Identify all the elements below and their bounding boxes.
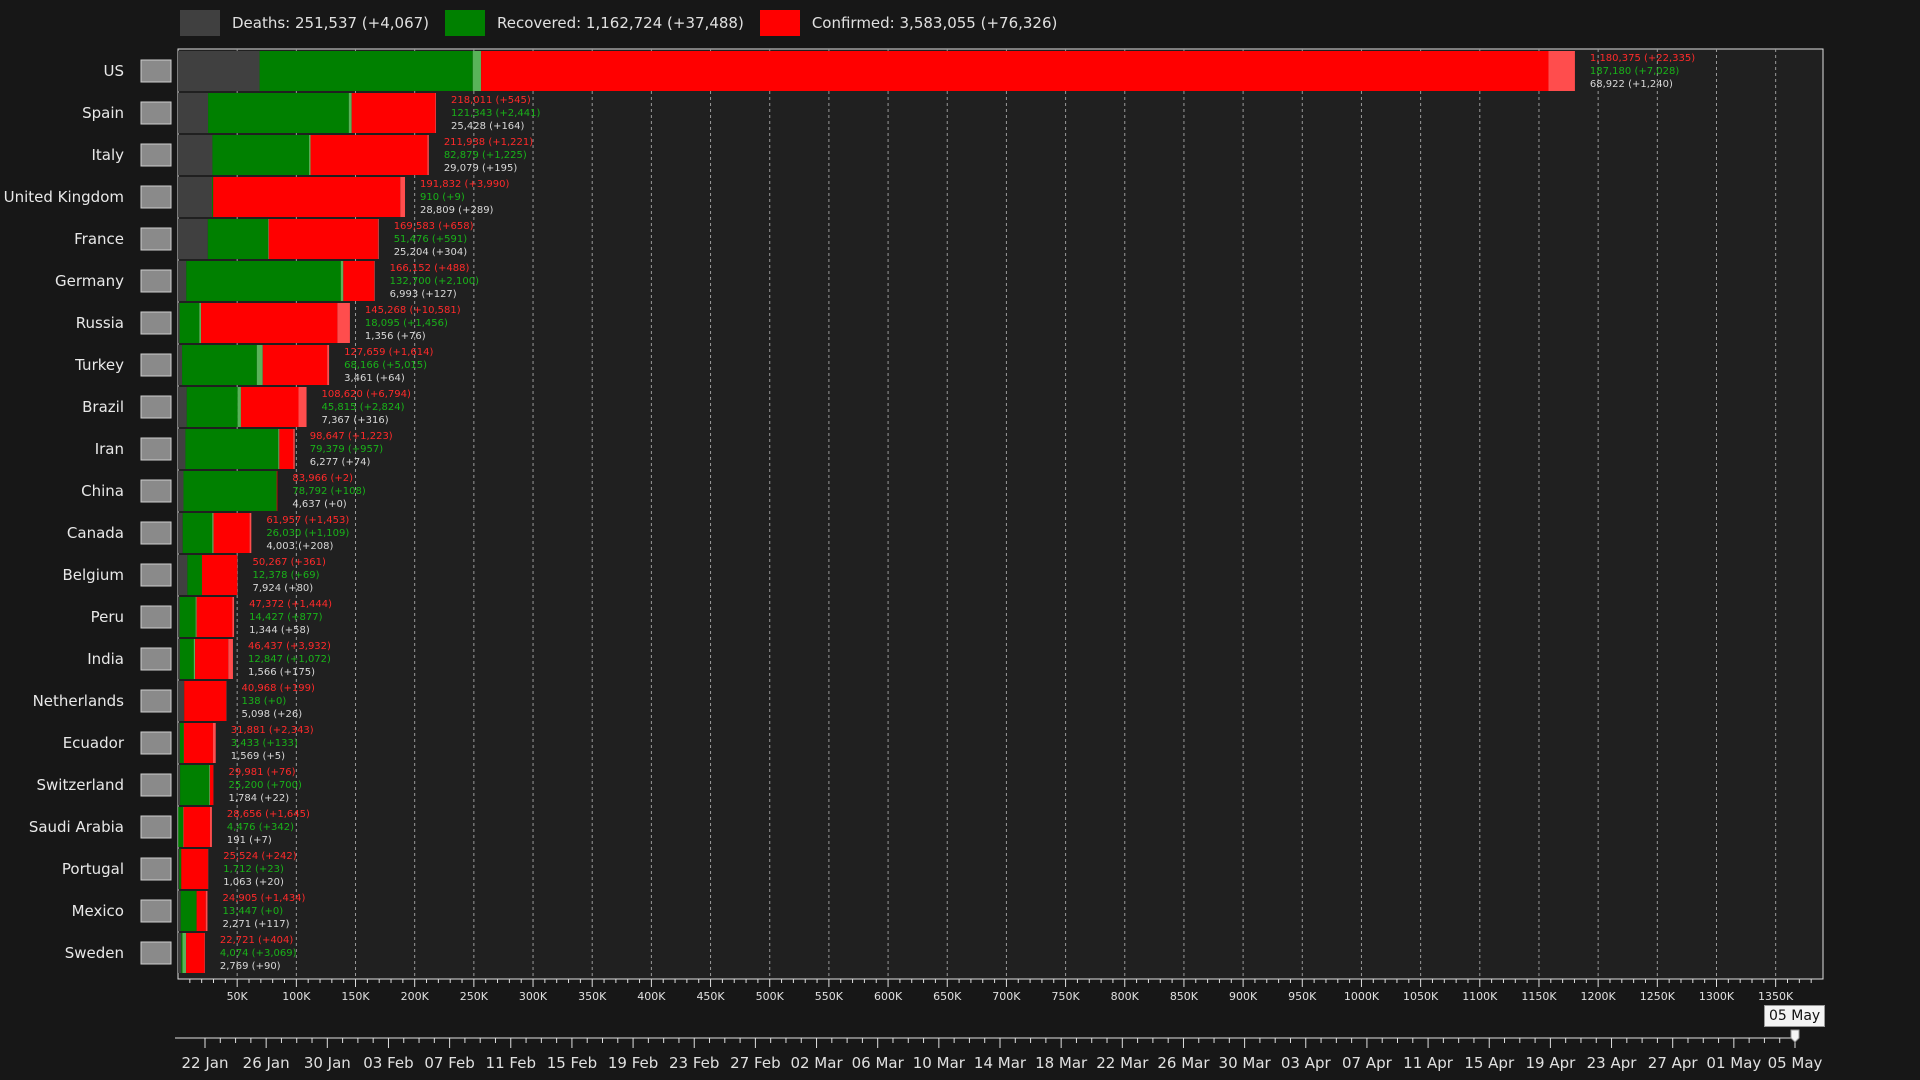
timeline-label: 30 Mar	[1219, 1054, 1272, 1072]
timeline-label: 19 Apr	[1525, 1054, 1576, 1072]
timeline-label: 18 Mar	[1035, 1054, 1088, 1072]
timeline-label: 11 Apr	[1403, 1054, 1454, 1072]
timeline-label: 03 Feb	[363, 1054, 413, 1072]
timeline-label: 11 Feb	[486, 1054, 536, 1072]
timeline-label: 23 Feb	[669, 1054, 719, 1072]
timeline-label: 02 Mar	[790, 1054, 843, 1072]
timeline-label: 27 Feb	[730, 1054, 780, 1072]
timeline-label: 26 Mar	[1157, 1054, 1210, 1072]
timeline-handle[interactable]	[1790, 1029, 1800, 1043]
timeline-label: 01 May	[1706, 1054, 1761, 1072]
timeline-label: 07 Feb	[424, 1054, 474, 1072]
timeline-label: 15 Apr	[1464, 1054, 1515, 1072]
timeline-slider[interactable]: 22 Jan 26 Jan 30 Jan 03 Feb 07 Feb 11 Feb 15 F…	[0, 0, 1920, 1080]
timeline-label: 15 Feb	[547, 1054, 597, 1072]
timeline-current-date: 05 May	[1764, 1005, 1826, 1027]
timeline-label: 07 Apr	[1342, 1054, 1393, 1072]
timeline-label: 14 Mar	[974, 1054, 1027, 1072]
timeline-label: 06 Mar	[852, 1054, 905, 1072]
timeline-label: 26 Jan	[243, 1054, 290, 1072]
timeline-label: 19 Feb	[608, 1054, 658, 1072]
timeline-label: 03 Apr	[1281, 1054, 1332, 1072]
timeline-label: 05 May	[1768, 1054, 1823, 1072]
timeline-label: 23 Apr	[1587, 1054, 1638, 1072]
timeline-label: 30 Jan	[304, 1054, 351, 1072]
timeline-label: 10 Mar	[913, 1054, 966, 1072]
timeline-label: 22 Mar	[1096, 1054, 1149, 1072]
timeline-label: 22 Jan	[182, 1054, 229, 1072]
timeline-label: 27 Apr	[1648, 1054, 1699, 1072]
